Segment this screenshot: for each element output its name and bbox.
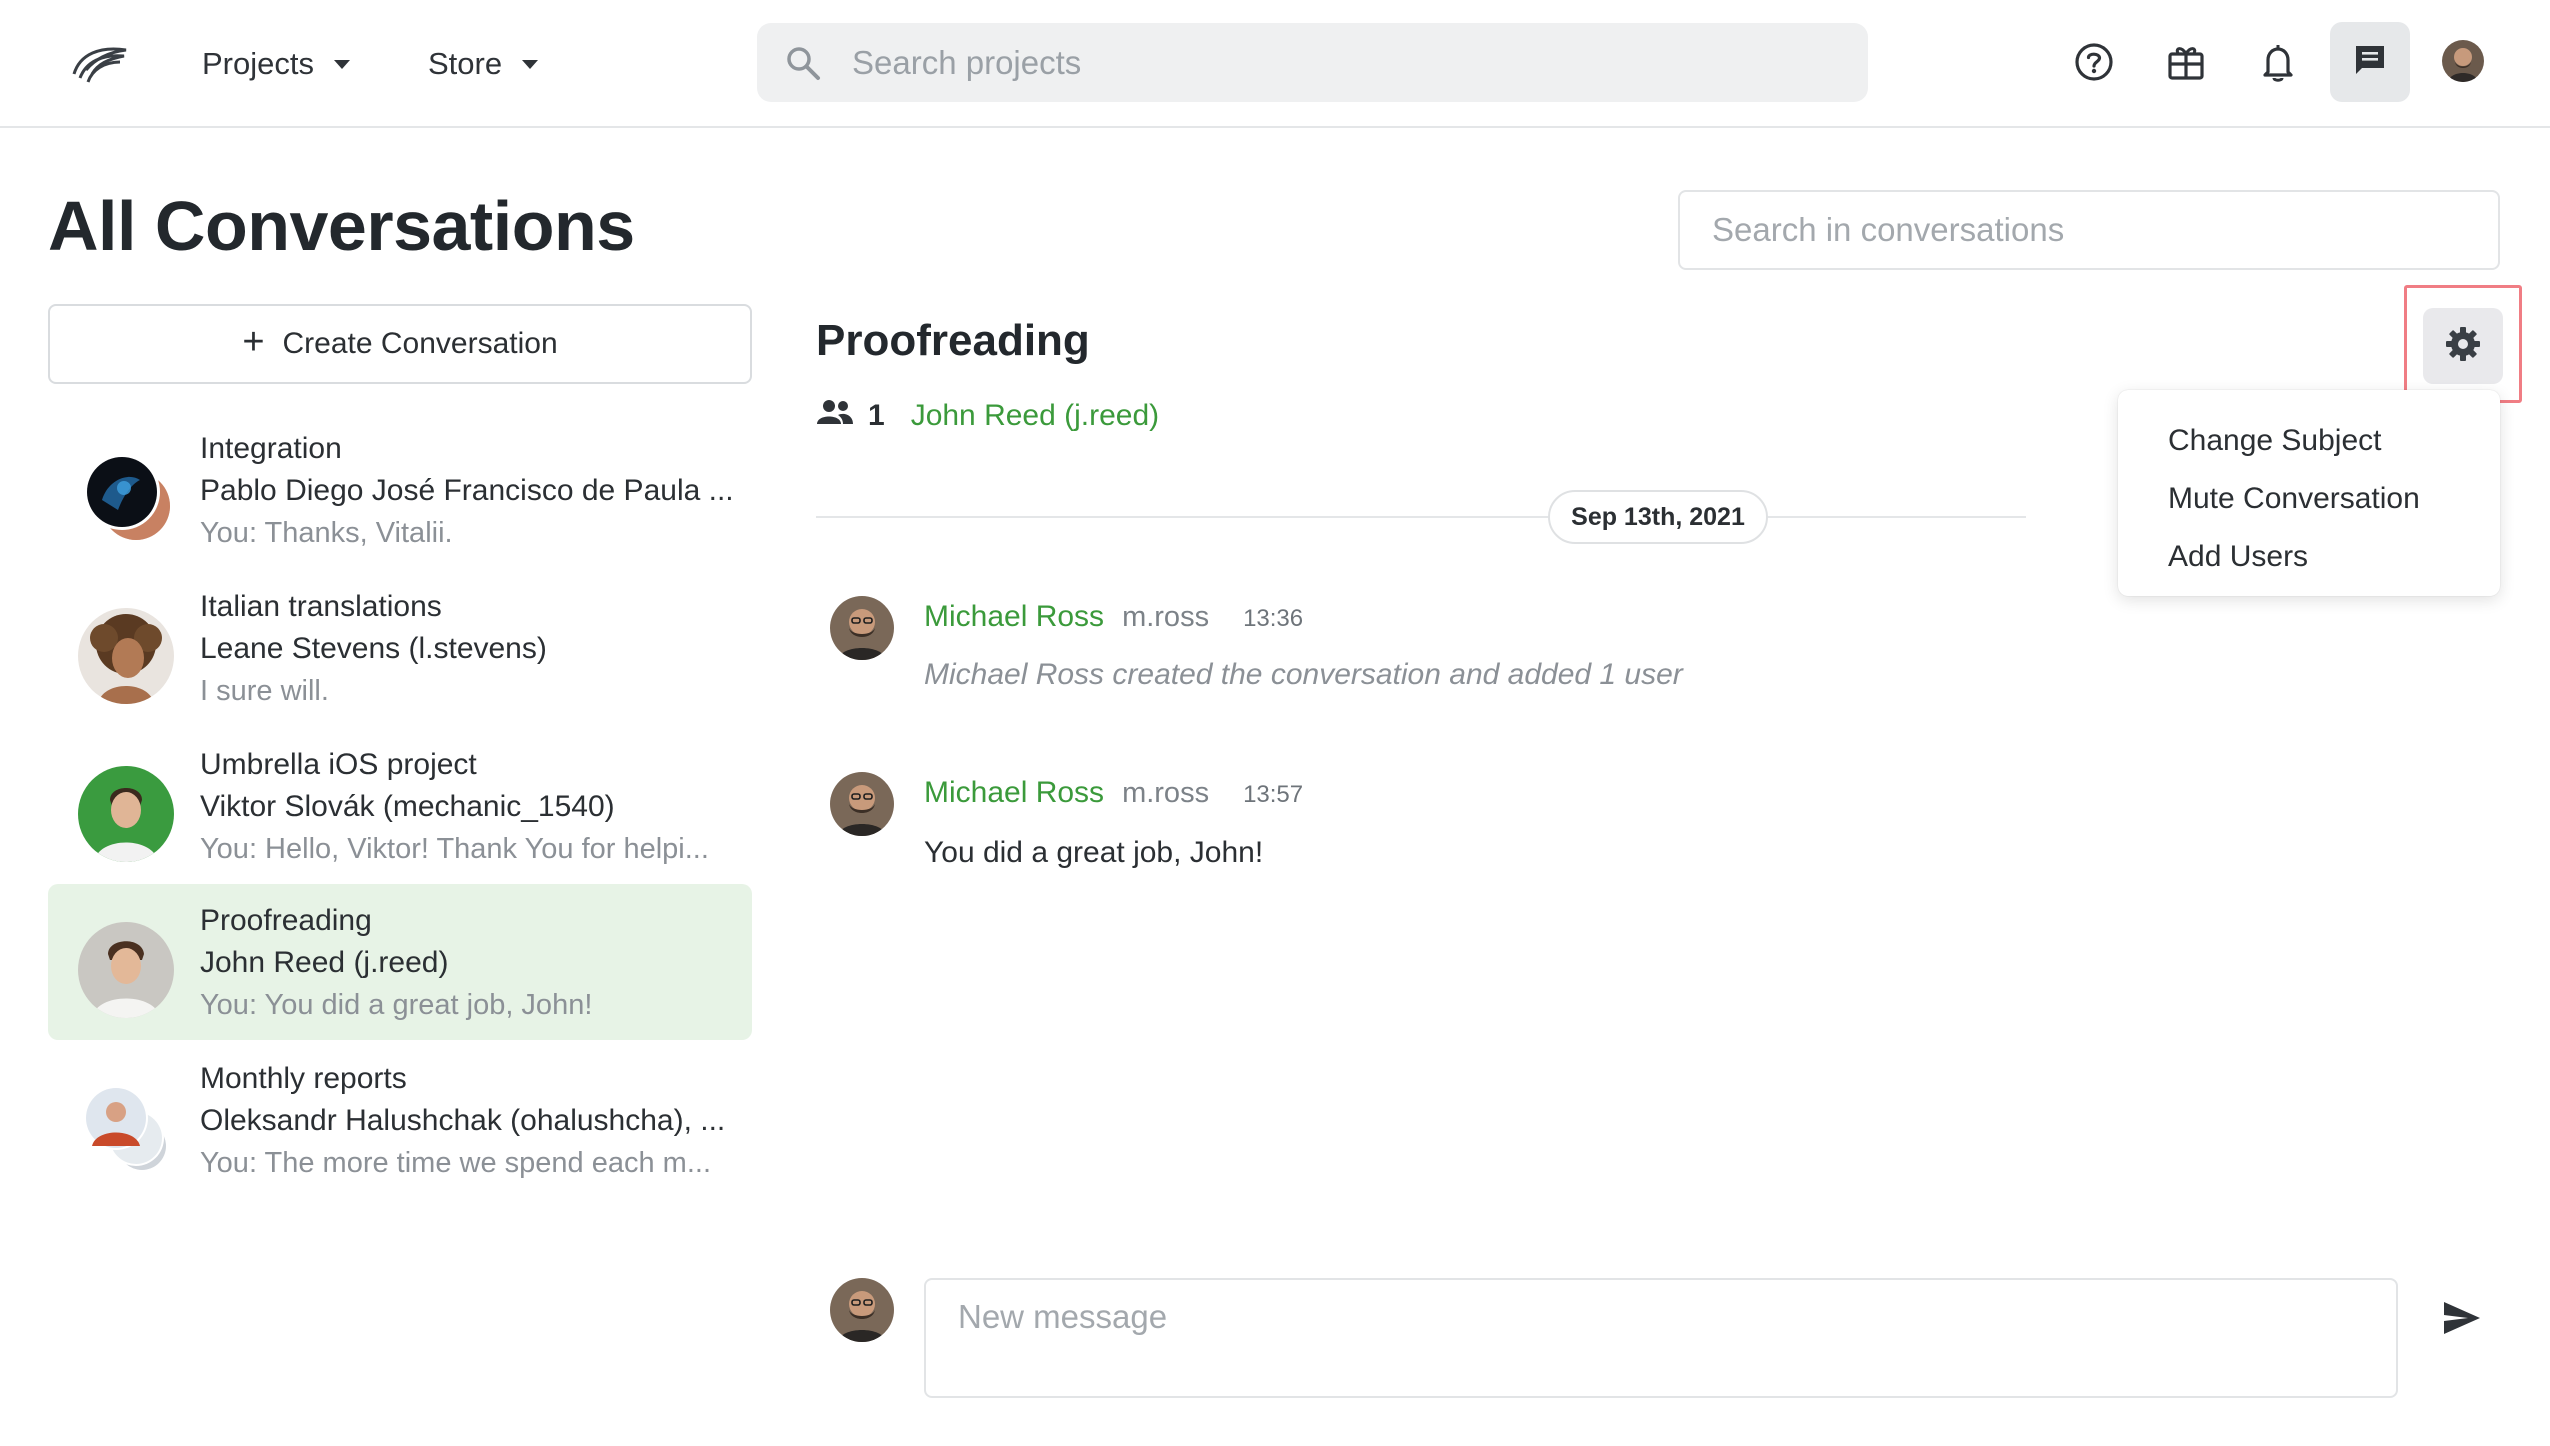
conversation-last-message: You: Thanks, Vitalii. bbox=[200, 517, 453, 549]
conversation-title: Proofreading bbox=[200, 904, 372, 937]
message-author[interactable]: Michael Ross bbox=[924, 776, 1104, 810]
system-message-text: Michael Ross created the conversation an… bbox=[924, 658, 1683, 691]
conversation-avatar bbox=[78, 922, 174, 1018]
create-conversation-label: Create Conversation bbox=[282, 327, 558, 360]
message-text: You did a great job, John! bbox=[924, 836, 1264, 869]
conversation-settings-menu: Change Subject Mute Conversation Add Use… bbox=[2118, 390, 2500, 596]
nav-projects-label: Projects bbox=[202, 46, 314, 81]
date-badge: Sep 13th, 2021 bbox=[1548, 490, 1768, 544]
gift-icon[interactable] bbox=[2164, 40, 2208, 84]
chat-icon bbox=[2352, 42, 2388, 83]
conversation-avatar bbox=[78, 450, 174, 546]
conversation-title: Umbrella iOS project bbox=[200, 748, 477, 781]
menu-item-change-subject[interactable]: Change Subject bbox=[2118, 412, 2500, 470]
gear-icon bbox=[2444, 325, 2482, 368]
send-icon[interactable] bbox=[2440, 1296, 2484, 1340]
page-title: All Conversations bbox=[48, 187, 635, 265]
conversation-title: Integration bbox=[200, 432, 342, 465]
nav-store[interactable]: Store bbox=[428, 40, 539, 88]
app-logo-icon[interactable] bbox=[70, 40, 130, 88]
conversation-title: Italian translations bbox=[200, 590, 442, 623]
participants-row: 1 John Reed (j.reed) bbox=[816, 398, 1159, 434]
conversation-item-umbrella-ios[interactable]: Umbrella iOS project Viktor Slovák (mech… bbox=[48, 728, 752, 884]
help-icon[interactable] bbox=[2072, 40, 2116, 84]
menu-item-add-users[interactable]: Add Users bbox=[2118, 528, 2500, 586]
conversation-last-message: You: The more time we spend each m... bbox=[200, 1147, 711, 1179]
conversation-participants: John Reed (j.reed) bbox=[200, 946, 449, 979]
plus-icon: + bbox=[242, 320, 265, 363]
date-divider bbox=[816, 516, 2026, 518]
conversation-item-italian-translations[interactable]: Italian translations Leane Stevens (l.st… bbox=[48, 570, 752, 726]
conversation-title-heading: Proofreading bbox=[816, 316, 1090, 365]
conversation-avatar bbox=[78, 1080, 174, 1176]
message-username: m.ross bbox=[1122, 777, 1210, 809]
conversation-participants: Viktor Slovák (mechanic_1540) bbox=[200, 790, 615, 823]
conversation-participants: Leane Stevens (l.stevens) bbox=[200, 632, 547, 665]
conversation-title: Monthly reports bbox=[200, 1062, 407, 1095]
people-icon bbox=[816, 398, 854, 434]
conversation-avatar bbox=[78, 608, 174, 704]
nav-store-label: Store bbox=[428, 46, 503, 81]
conversation-last-message: You: Hello, Viktor! Thank You for helpi.… bbox=[200, 833, 709, 865]
message-composer bbox=[924, 1278, 2398, 1398]
new-message-input[interactable] bbox=[926, 1280, 2396, 1396]
search-icon bbox=[785, 45, 821, 81]
bell-icon[interactable] bbox=[2256, 40, 2300, 84]
conversation-search bbox=[1678, 190, 2500, 270]
project-search-input[interactable] bbox=[852, 23, 1832, 102]
create-conversation-button[interactable]: + Create Conversation bbox=[48, 304, 752, 384]
conversation-settings-button[interactable] bbox=[2423, 308, 2503, 384]
menu-item-mute-conversation[interactable]: Mute Conversation bbox=[2118, 470, 2500, 528]
nav-projects[interactable]: Projects bbox=[202, 40, 350, 88]
messages-button[interactable] bbox=[2330, 22, 2410, 102]
app-root: Projects Store Search projects All Conve… bbox=[0, 0, 2550, 1446]
conversation-avatar bbox=[78, 766, 174, 862]
top-navbar: Projects Store bbox=[0, 0, 2550, 128]
chevron-down-icon bbox=[522, 59, 539, 69]
settings-highlight bbox=[2404, 285, 2522, 403]
chevron-down-icon bbox=[333, 59, 350, 69]
message-time: 13:57 bbox=[1243, 781, 1304, 808]
conversation-search-input[interactable] bbox=[1680, 192, 2498, 268]
conversation-last-message: You: You did a great job, John! bbox=[200, 989, 593, 1021]
conversation-item-monthly-reports[interactable]: Monthly reports Oleksandr Halushchak (oh… bbox=[48, 1042, 752, 1198]
user-avatar[interactable] bbox=[2442, 40, 2484, 82]
author-avatar[interactable] bbox=[830, 772, 894, 836]
conversation-item-proofreading[interactable]: Proofreading John Reed (j.reed) You: You… bbox=[48, 884, 752, 1040]
message-author[interactable]: Michael Ross bbox=[924, 600, 1104, 634]
conversation-last-message: I sure will. bbox=[200, 675, 329, 707]
participant-link[interactable]: John Reed (j.reed) bbox=[911, 399, 1159, 433]
composer-avatar bbox=[830, 1278, 894, 1342]
conversation-participants: Pablo Diego José Francisco de Paula ... bbox=[200, 474, 734, 507]
project-search bbox=[757, 23, 1868, 102]
message-username: m.ross bbox=[1122, 601, 1210, 633]
conversation-item-integration[interactable]: Integration Pablo Diego José Francisco d… bbox=[48, 412, 752, 568]
participant-count: 1 bbox=[868, 399, 885, 432]
message-time: 13:36 bbox=[1243, 605, 1304, 632]
conversation-participants: Oleksandr Halushchak (ohalushcha), ... bbox=[200, 1104, 726, 1137]
author-avatar[interactable] bbox=[830, 596, 894, 660]
